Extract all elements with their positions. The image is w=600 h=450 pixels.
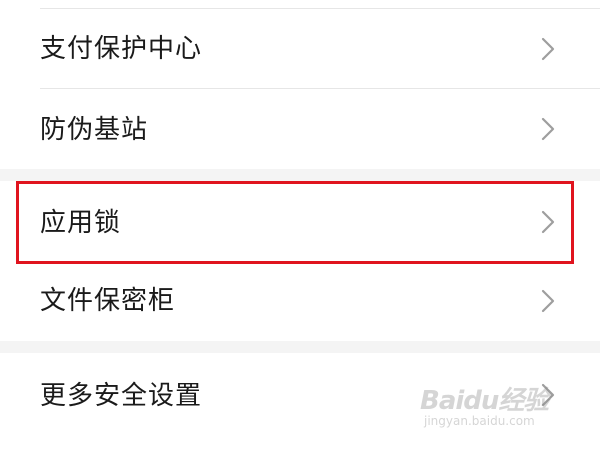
chevron-right-icon bbox=[540, 36, 556, 62]
settings-item-label: 防伪基站 bbox=[40, 115, 149, 145]
chevron-right-icon bbox=[540, 116, 556, 142]
settings-item-fake-base-station[interactable]: 防伪基站 bbox=[0, 89, 600, 169]
section-gap bbox=[0, 169, 600, 181]
settings-item-label: 应用锁 bbox=[40, 208, 122, 238]
settings-item-file-safe[interactable]: 文件保密柜 bbox=[0, 264, 600, 341]
settings-item-more-security[interactable]: 更多安全设置 bbox=[0, 353, 600, 438]
chevron-right-icon bbox=[540, 382, 556, 408]
settings-item-label: 更多安全设置 bbox=[40, 381, 203, 411]
chevron-right-icon bbox=[540, 209, 556, 235]
settings-item-label: 支付保护中心 bbox=[40, 34, 203, 64]
settings-item-app-lock[interactable]: 应用锁 bbox=[0, 181, 600, 264]
settings-item-payment-protection[interactable]: 支付保护中心 bbox=[0, 9, 600, 88]
chevron-right-icon bbox=[540, 288, 556, 314]
section-gap bbox=[0, 341, 600, 353]
settings-item-label: 文件保密柜 bbox=[40, 286, 176, 316]
security-settings-screen: 支付保护中心 防伪基站 应用锁 文件保密柜 更多安全设置 Baidu经验 jin… bbox=[0, 0, 600, 450]
